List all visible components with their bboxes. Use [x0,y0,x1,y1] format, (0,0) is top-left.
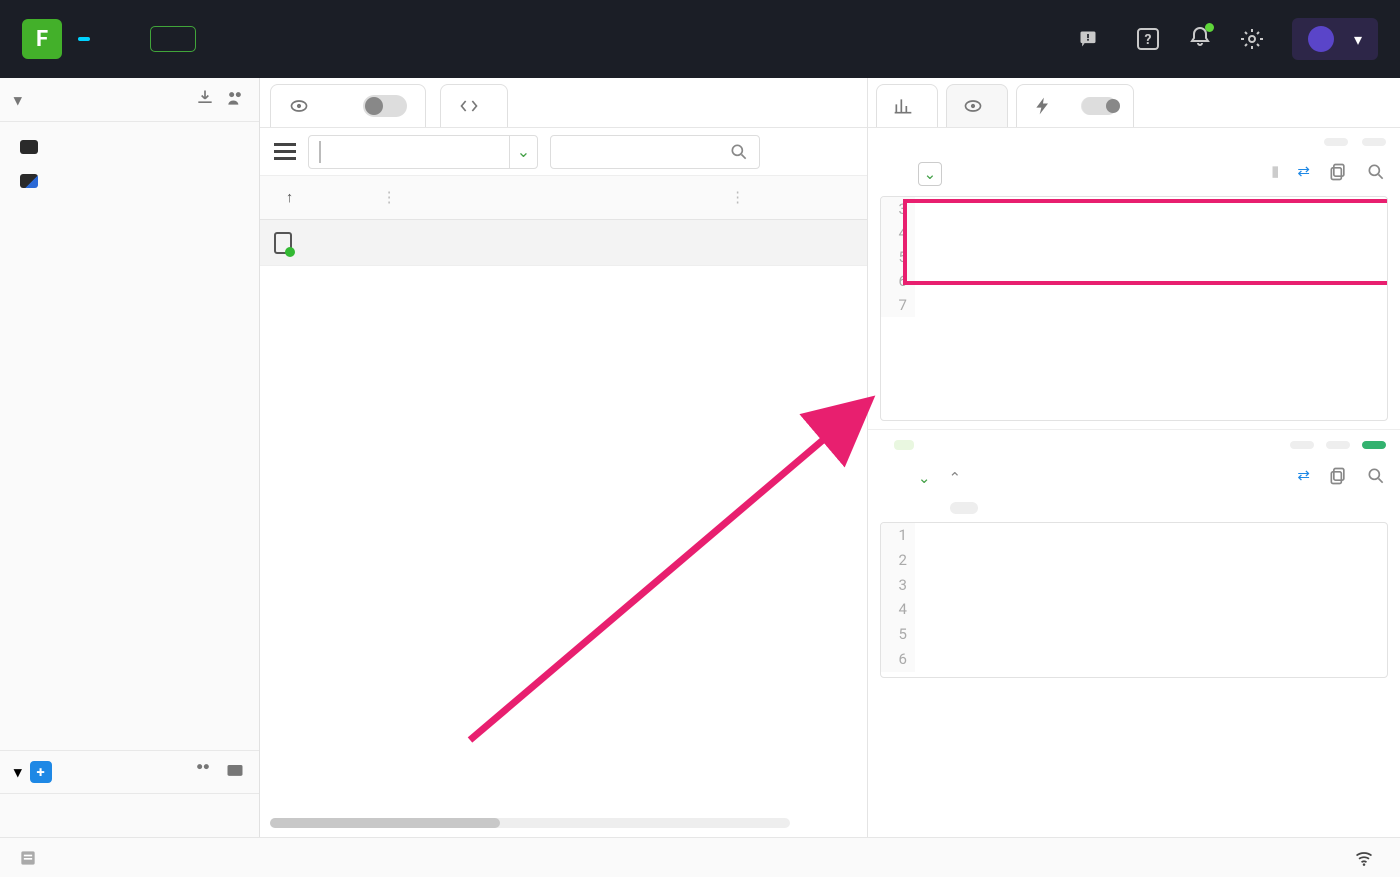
main-panel: ⌄ ↑ ⋮ ⋮ [260,78,867,838]
request-headers-code[interactable]: 3 4 5 6 7 [880,196,1388,421]
traffic-row[interactable] [260,220,867,266]
search-icon [729,142,749,162]
column-number[interactable]: ↑ [260,189,370,206]
folder-icon[interactable] [225,760,245,784]
tab-composer[interactable] [440,84,508,127]
connection-status [1354,848,1382,868]
notifications-button[interactable] [1188,25,1212,53]
user-menu[interactable]: ▾ [1292,18,1378,60]
chevron-down-icon: ▾ [14,763,22,781]
http-version-badge [1326,441,1350,449]
toggle-view-icon[interactable]: ⇄ [1297,162,1310,186]
column-menu-icon[interactable]: ⋮ [718,189,757,206]
sidebar-item-my-sessions[interactable] [0,130,259,164]
share-icon[interactable] [225,88,245,112]
column-menu-icon[interactable]: ⋮ [370,189,409,206]
chevron-down-icon: ▾ [1354,30,1362,49]
code-icon [459,96,479,116]
svg-text:?: ? [1144,32,1151,48]
http-version-badge [1324,138,1348,146]
notification-dot-icon [1205,23,1214,32]
sort-up-icon: ↑ [286,189,293,206]
manage-subscription-button[interactable] [150,26,196,52]
bolt-icon [1033,96,1053,116]
feedback-button[interactable] [1078,29,1108,49]
app-header: F ? ▾ [0,0,1400,78]
inspector-panel: ⌄ ▮ ⇄ 3 4 5 6 7 [867,78,1400,838]
response-body-code[interactable]: 1 2 3 4 5 6 [880,522,1388,678]
no-requests-title [0,794,259,838]
add-request-button[interactable]: + [30,761,52,783]
avatar-icon [1308,26,1334,52]
app-logo: F [22,19,90,59]
search-icon[interactable] [1366,466,1386,490]
pro-badge [78,37,90,41]
download-icon[interactable] [195,88,215,112]
traffic-grid-header: ↑ ⋮ ⋮ [260,176,867,220]
chart-icon [893,96,913,116]
chevron-down-icon: ⌄ [509,136,537,168]
live-traffic-toggle[interactable] [363,95,407,117]
method-badge [1362,138,1386,146]
search-icon[interactable] [1366,162,1386,186]
feedback-icon [1078,29,1098,49]
logo-icon: F [22,19,62,59]
raw-dropdown[interactable]: ⌄ [918,469,931,487]
search-input[interactable] [550,135,760,169]
gear-icon[interactable] [1240,27,1264,51]
share-icon[interactable] [193,760,213,784]
shared-folder-icon [20,174,38,188]
status-code-badge [1362,441,1386,449]
raw-icon[interactable]: ▮ [1271,162,1279,186]
certificate-badge [894,440,914,450]
chevron-down-icon: ▾ [14,91,22,109]
folder-icon [20,140,38,154]
session-icon [274,232,292,254]
status-bar [0,837,1400,877]
horizontal-scrollbar[interactable] [270,818,790,828]
wifi-icon [1354,848,1374,868]
eye-icon [963,96,983,116]
sessions-header[interactable]: ▾ [0,78,259,122]
copy-icon[interactable] [1328,162,1348,186]
format-json-tab[interactable] [916,502,944,514]
format-text-tab[interactable] [882,502,910,514]
format-xml-tab[interactable] [950,502,978,514]
dropdown-button[interactable]: ⌄ [918,162,942,186]
tab-rules[interactable] [1016,84,1134,127]
tab-live-traffic[interactable] [270,84,426,127]
collapse-all-button[interactable]: ⌃ [948,469,961,487]
help-icon[interactable]: ? [1136,27,1160,51]
body-size-badge [1290,441,1314,449]
filter-combo[interactable]: ⌄ [308,135,538,169]
tab-overview[interactable] [876,84,938,127]
sidebar: ▾ ▾ + [0,78,260,838]
menu-icon[interactable] [274,143,296,160]
resources-icon[interactable] [18,848,38,868]
sidebar-item-shared[interactable] [0,164,259,198]
rules-toggle[interactable] [1081,97,1117,115]
tab-inspectors[interactable] [946,84,1008,127]
eye-icon [289,96,309,116]
toggle-view-icon[interactable]: ⇄ [1297,466,1310,490]
copy-icon[interactable] [1328,466,1348,490]
requests-header[interactable]: ▾ + [0,750,259,794]
